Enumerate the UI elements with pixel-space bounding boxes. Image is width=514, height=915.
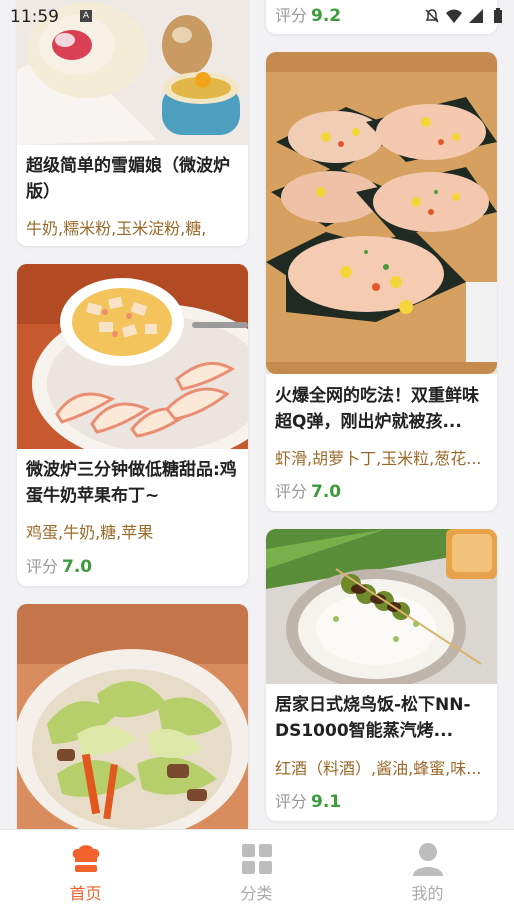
- recipe-title: 微波炉三分钟做低糖甜品:鸡蛋牛奶苹果布丁~: [26, 460, 237, 506]
- recipe-card[interactable]: 微波炉三分钟做低糖甜品:鸡蛋牛奶苹果布丁~ 鸡蛋,牛奶,糖,苹果 评分 7.0: [17, 264, 248, 586]
- chef-hat-icon: [72, 845, 100, 872]
- status-bar: 11:59 A: [0, 0, 514, 34]
- bell-off-icon: [425, 9, 439, 23]
- status-time: 11:59: [10, 7, 59, 27]
- recipe-card[interactable]: 超级简单的雪媚娘（微波炉版） 牛奶,糯米粉,玉米淀粉,糖,: [17, 0, 248, 246]
- rating-label: 评分: [275, 792, 308, 811]
- notification-a-icon: A: [80, 10, 92, 22]
- recipe-title: 火爆全网的吃法！双重鲜味超Q弹，刚出炉就被孩...: [275, 386, 479, 432]
- tab-mine[interactable]: 我的: [342, 830, 513, 915]
- recipe-card[interactable]: [17, 604, 248, 830]
- recipe-ingredients: 虾滑,胡萝卜丁,玉米粒,葱花...: [275, 449, 482, 468]
- bottom-tab-bar: 首页 分类 我的: [0, 829, 514, 915]
- rating-label: 评分: [26, 557, 59, 576]
- battery-icon: [494, 8, 502, 23]
- rating-value: 7.0: [62, 557, 93, 577]
- recipe-ingredients: 鸡蛋,牛奶,糖,苹果: [26, 523, 154, 542]
- recipe-image: [17, 264, 248, 449]
- recipe-ingredients: 牛奶,糯米粉,玉米淀粉,糖,: [26, 219, 207, 238]
- recipe-ingredients: 红酒（料酒）,酱油,蜂蜜,味...: [275, 759, 482, 778]
- recipe-image: [17, 604, 248, 830]
- recipe-feed[interactable]: 超级简单的雪媚娘（微波炉版） 牛奶,糯米粉,玉米淀粉,糖, 微波炉三分钟做低糖甜…: [0, 0, 514, 830]
- person-icon: [413, 843, 443, 876]
- recipe-rating: 评分 7.0: [275, 478, 341, 502]
- recipe-card[interactable]: 火爆全网的吃法！双重鲜味超Q弹，刚出炉就被孩... 虾滑,胡萝卜丁,玉米粒,葱花…: [266, 52, 497, 511]
- grid-icon: [242, 844, 272, 874]
- status-icons: [424, 8, 506, 24]
- recipe-rating: 评分 7.0: [26, 553, 92, 577]
- recipe-rating: 评分 9.1: [275, 788, 341, 812]
- recipe-title: 超级简单的雪媚娘（微波炉版）: [26, 156, 230, 202]
- tab-category[interactable]: 分类: [171, 830, 342, 915]
- recipe-card[interactable]: 居家日式烧鸟饭-松下NN-DS1000智能蒸汽烤... 红酒（料酒）,酱油,蜂蜜…: [266, 529, 497, 821]
- tab-label: 我的: [411, 884, 444, 903]
- recipe-title: 居家日式烧鸟饭-松下NN-DS1000智能蒸汽烤...: [275, 695, 471, 741]
- tab-home[interactable]: 首页: [0, 830, 171, 915]
- recipe-image: [266, 52, 497, 374]
- tab-label: 首页: [69, 884, 102, 903]
- tab-label: 分类: [240, 884, 273, 903]
- rating-value: 7.0: [311, 482, 342, 502]
- recipe-image: [266, 529, 497, 684]
- rating-value: 9.1: [311, 792, 342, 812]
- rating-label: 评分: [275, 482, 308, 501]
- signal-icon: [469, 9, 483, 23]
- wifi-icon: [446, 9, 462, 23]
